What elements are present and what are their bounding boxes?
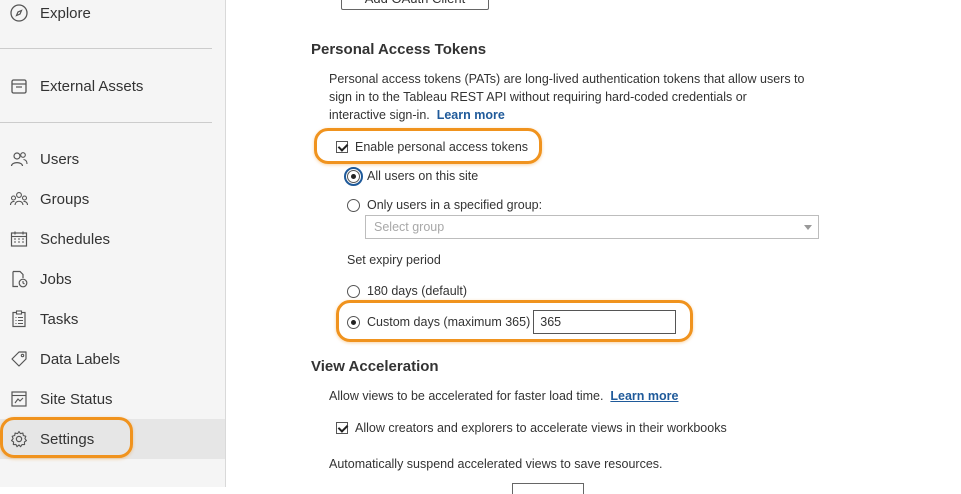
default-days-row[interactable]: 180 days (default) xyxy=(347,284,467,298)
allow-accel-row[interactable]: Allow creators and explorers to accelera… xyxy=(336,421,727,435)
compass-icon xyxy=(9,3,29,23)
sidebar-item-label: Data Labels xyxy=(40,350,121,368)
jobs-icon xyxy=(9,269,29,289)
sidebar-item-site-status[interactable]: Site Status xyxy=(0,379,225,419)
chevron-down-icon xyxy=(804,225,812,230)
sidebar-item-label: External Assets xyxy=(40,77,144,95)
sidebar-item-data-labels[interactable]: Data Labels xyxy=(0,339,225,379)
sidebar: Explore External Assets Users Groups Sch… xyxy=(0,0,226,487)
sidebar-divider xyxy=(0,48,212,49)
all-users-row[interactable]: All users on this site xyxy=(344,166,479,186)
calendar-icon xyxy=(9,229,29,249)
sidebar-item-external-assets[interactable]: External Assets xyxy=(0,66,225,106)
sidebar-item-label: Users xyxy=(40,150,80,168)
expiry-heading: Set expiry period xyxy=(347,253,441,267)
sidebar-item-jobs[interactable]: Jobs xyxy=(0,259,225,299)
allow-accel-label: Allow creators and explorers to accelera… xyxy=(355,421,727,435)
settings-highlight xyxy=(0,417,133,458)
sidebar-item-users[interactable]: Users xyxy=(0,139,225,179)
sidebar-item-label: Schedules xyxy=(40,230,111,248)
sidebar-item-groups[interactable]: Groups xyxy=(0,179,225,219)
sidebar-item-label: Groups xyxy=(40,190,90,208)
default-days-radio[interactable] xyxy=(347,284,360,298)
view-accel-learn-more-link[interactable]: Learn more xyxy=(610,389,678,403)
sidebar-item-tasks[interactable]: Tasks xyxy=(0,299,225,339)
suspend-text: Automatically suspend accelerated views … xyxy=(329,457,663,471)
sidebar-item-label: Explore xyxy=(40,4,91,22)
sidebar-item-explore[interactable]: Explore xyxy=(0,0,225,33)
enable-pat-highlight xyxy=(314,128,542,164)
view-accel-description: Allow views to be accelerated for faster… xyxy=(329,387,829,405)
view-acceleration-title: View Acceleration xyxy=(311,358,439,375)
default-days-label: 180 days (default) xyxy=(367,284,468,298)
sidebar-item-label: Jobs xyxy=(40,270,72,288)
sidebar-item-schedules[interactable]: Schedules xyxy=(0,219,225,259)
all-users-label: All users on this site xyxy=(367,169,479,183)
pat-learn-more-link[interactable]: Learn more xyxy=(437,108,505,122)
sidebar-item-label: Tasks xyxy=(40,310,79,328)
sidebar-divider xyxy=(0,122,212,123)
select-group-dropdown[interactable]: Select group xyxy=(365,215,819,239)
pat-description-text: Personal access tokens (PATs) are long-l… xyxy=(329,72,805,122)
tag-icon xyxy=(9,349,29,369)
clipboard-icon xyxy=(9,309,29,329)
settings-content: Add OAuth Client Personal Access Tokens … xyxy=(226,0,961,494)
sidebar-item-label: Site Status xyxy=(40,390,113,408)
add-oauth-client-button[interactable]: Add OAuth Client xyxy=(341,0,489,10)
custom-days-highlight xyxy=(336,300,693,342)
allow-accel-checkbox[interactable] xyxy=(336,422,348,434)
pat-description: Personal access tokens (PATs) are long-l… xyxy=(329,70,807,124)
monitor-icon xyxy=(9,389,29,409)
group-users-label: Only users in a specified group: xyxy=(367,198,543,212)
database-icon xyxy=(9,76,29,96)
select-group-placeholder: Select group xyxy=(374,220,445,234)
view-accel-description-text: Allow views to be accelerated for faster… xyxy=(329,389,604,403)
users-icon xyxy=(9,149,29,169)
suspend-threshold-field[interactable] xyxy=(512,483,584,494)
group-users-radio[interactable] xyxy=(347,198,360,212)
group-users-row[interactable]: Only users in a specified group: xyxy=(347,198,542,212)
pat-section-title: Personal Access Tokens xyxy=(311,41,487,58)
groups-icon xyxy=(9,189,29,209)
all-users-radio[interactable] xyxy=(344,166,363,186)
